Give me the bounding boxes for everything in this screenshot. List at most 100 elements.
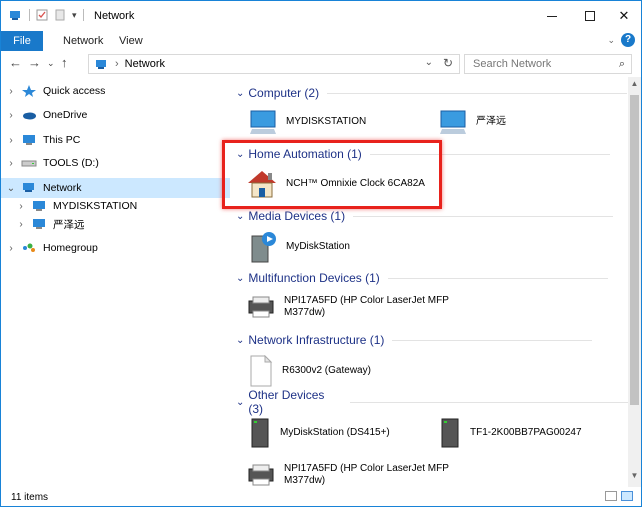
up-arrow-icon[interactable]: ↑ (61, 55, 68, 70)
item-label: R6300v2 (Gateway) (282, 365, 371, 376)
collapse-chevron-icon[interactable]: ⌄ (236, 88, 244, 99)
item-label: NPI17A5FD (HP Color LaserJet MFP M377dw) (284, 463, 449, 487)
generic-device-icon (250, 355, 273, 387)
group-title: Media Devices (1) (248, 209, 346, 223)
nav-label: Quick access (43, 85, 106, 97)
maximize-button[interactable] (573, 1, 607, 31)
nav-label: OneDrive (43, 109, 88, 121)
expand-chevron-icon[interactable]: › (1, 243, 21, 254)
nav-label: 严泽远 (53, 218, 85, 231)
search-icon[interactable]: ⌕ (619, 55, 625, 73)
tab-network[interactable]: Network (63, 31, 103, 51)
item-media-mydiskstation[interactable]: MyDiskStation (248, 230, 350, 264)
nav-item-onedrive[interactable]: › OneDrive (1, 105, 230, 125)
ribbon-tabs: File Network View ⌄ ? (1, 31, 641, 51)
minimize-icon (547, 15, 557, 17)
help-icon[interactable]: ? (621, 33, 635, 47)
title-bar: ▾ Network ✕ (1, 1, 641, 31)
nav-item-yanzeyuan[interactable]: › 严泽远 (1, 214, 230, 234)
nav-label: Network (43, 182, 82, 194)
item-mydiskstation[interactable]: MYDISKSTATION (248, 107, 366, 137)
search-placeholder: Search Network (473, 58, 552, 70)
scroll-up-icon[interactable]: ▲ (628, 79, 641, 93)
qat-dropdown-icon[interactable]: ▾ (72, 10, 77, 21)
tab-file[interactable]: File (1, 31, 43, 51)
close-icon: ✕ (618, 8, 630, 23)
collapse-chevron-icon[interactable]: ⌄ (236, 397, 244, 408)
address-row: ← → ⌄ ↑ › Network ⌄ ↻ Search Network ⌕ (1, 51, 641, 77)
cloud-icon (23, 112, 36, 120)
group-header-media-devices[interactable]: ⌄ Media Devices (1) (236, 207, 614, 225)
nav-item-quick-access[interactable]: › Quick access (1, 81, 230, 101)
network-icon (96, 60, 106, 69)
scrollbar-thumb[interactable] (630, 95, 639, 405)
expand-chevron-icon[interactable]: › (1, 158, 21, 169)
breadcrumb-separator-icon: › (115, 58, 119, 70)
nas-icon (441, 418, 459, 448)
group-header-other-devices[interactable]: ⌄ Other Devices (3) (236, 388, 628, 416)
back-arrow-icon[interactable]: ← (9, 55, 22, 70)
collapse-chevron-icon[interactable]: ⌄ (236, 335, 244, 346)
search-input[interactable]: Search Network ⌕ (464, 54, 632, 74)
expand-chevron-icon[interactable]: › (1, 110, 21, 121)
item-printer[interactable]: NPI17A5FD (HP Color LaserJet MFP M377dw) (246, 293, 449, 321)
item-label: NPI17A5FD (HP Color LaserJet MFP M377dw) (284, 295, 449, 319)
properties-icon[interactable] (36, 9, 48, 21)
group-title: Network Infrastructure (1) (248, 333, 385, 347)
close-button[interactable]: ✕ (607, 1, 641, 31)
computer-icon (250, 110, 276, 134)
details-view-icon[interactable] (605, 491, 617, 501)
group-header-network-infrastructure[interactable]: ⌄ Network Infrastructure (1) (236, 331, 593, 349)
tiles-view-icon[interactable] (621, 491, 633, 501)
expand-chevron-icon[interactable]: › (1, 135, 21, 146)
item-other-mydiskstation[interactable]: MyDiskStation (DS415+) (248, 417, 390, 449)
item-label: 严泽远 (476, 116, 506, 127)
collapse-chevron-icon[interactable]: ⌄ (236, 211, 244, 222)
new-folder-icon[interactable] (54, 9, 66, 21)
minimize-button[interactable] (535, 1, 569, 31)
computer-icon (33, 201, 45, 211)
nav-item-homegroup[interactable]: › Homegroup (1, 238, 230, 258)
nav-item-mydiskstation[interactable]: › MYDISKSTATION (1, 196, 230, 216)
item-label: MYDISKSTATION (286, 116, 367, 127)
group-header-computer[interactable]: ⌄ Computer (2) (236, 84, 628, 102)
content-pane: ⌄ Computer (2) MYDISKSTATION 严泽远 ⌄ Home … (232, 77, 628, 487)
breadcrumb-network[interactable]: Network (125, 58, 165, 70)
nav-item-tools-drive[interactable]: › TOOLS (D:) (1, 153, 230, 173)
highlight-box (222, 140, 442, 209)
computer-icon (33, 219, 45, 229)
item-label: MyDiskStation (DS415+) (280, 427, 390, 438)
tab-view[interactable]: View (119, 31, 143, 51)
status-bar: 11 items (1, 487, 641, 506)
item-other-tf1[interactable]: TF1-2K00BB7PAG00247 (438, 417, 582, 449)
address-bar[interactable]: › Network ⌄ ↻ (88, 54, 460, 74)
refresh-icon[interactable]: ↻ (443, 56, 453, 70)
window-title: Network (94, 10, 135, 22)
expand-ribbon-icon[interactable]: ⌄ (607, 35, 615, 46)
computer-icon (23, 135, 35, 145)
address-dropdown-icon[interactable]: ⌄ (425, 57, 433, 68)
navigation-pane: › Quick access › OneDrive › This PC › TO… (1, 77, 231, 487)
vertical-scrollbar[interactable]: ▲ ▼ (628, 77, 641, 487)
scroll-down-icon[interactable]: ▼ (628, 471, 641, 485)
expand-chevron-icon[interactable]: › (11, 201, 31, 212)
item-router[interactable]: R6300v2 (Gateway) (248, 355, 371, 387)
forward-arrow-icon[interactable]: → (28, 55, 41, 70)
computer-icon (440, 110, 466, 134)
group-header-multifunction[interactable]: ⌄ Multifunction Devices (1) (236, 269, 608, 287)
printer-icon (248, 296, 274, 318)
nav-label: This PC (43, 134, 81, 146)
nav-item-network[interactable]: ⌄ Network (1, 178, 230, 198)
item-count: 11 items (11, 492, 49, 503)
nas-icon (251, 418, 269, 448)
collapse-chevron-icon[interactable]: ⌄ (236, 273, 244, 284)
expand-chevron-icon[interactable]: › (11, 219, 31, 230)
recent-locations-icon[interactable]: ⌄ (47, 58, 55, 69)
item-yanzeyuan[interactable]: 严泽远 (438, 107, 506, 137)
nav-item-this-pc[interactable]: › This PC (1, 130, 230, 150)
expand-chevron-icon[interactable]: › (1, 86, 21, 97)
collapse-chevron-icon[interactable]: ⌄ (1, 183, 21, 194)
item-label-line1: NPI17A5FD (HP Color LaserJet MFP (284, 463, 449, 474)
group-title: Multifunction Devices (1) (248, 271, 380, 285)
item-other-printer[interactable]: NPI17A5FD (HP Color LaserJet MFP M377dw) (246, 461, 449, 487)
